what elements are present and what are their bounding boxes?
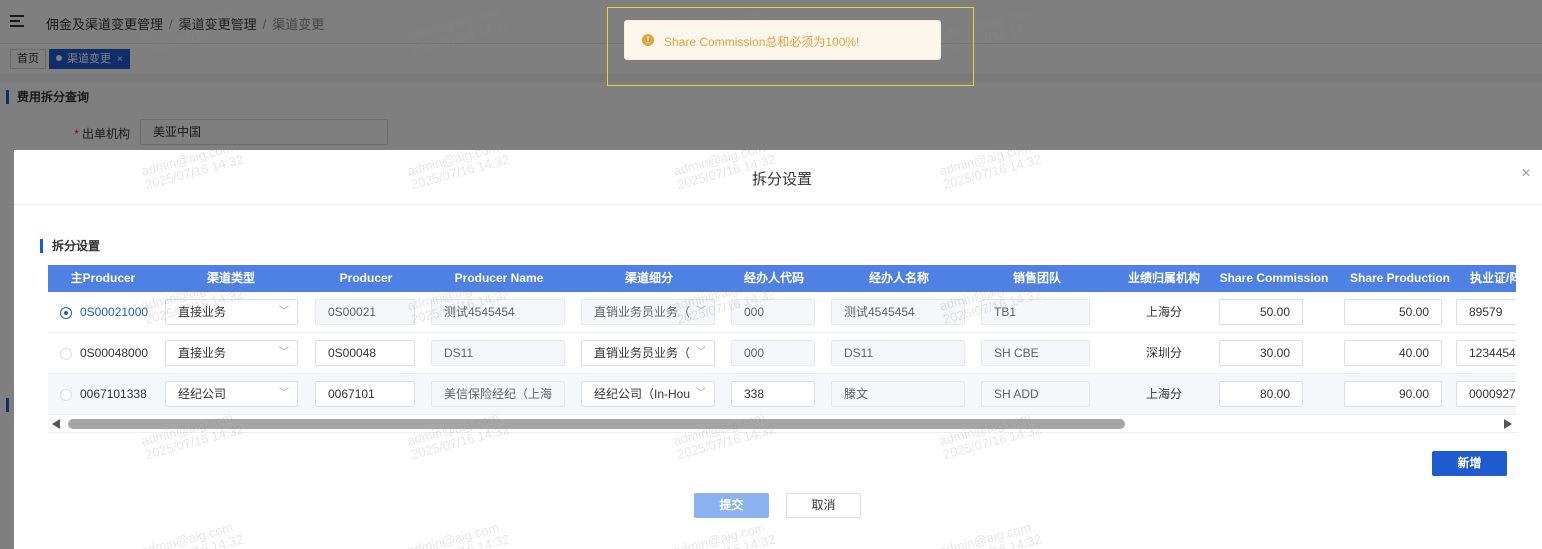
license-input[interactable]: 1234454 [1456, 340, 1516, 366]
modal-header: 拆分设置 × [14, 150, 1542, 205]
column-header: 经办人代码 [743, 271, 804, 285]
channel-type-select[interactable]: 直接业务 ﹀ [165, 299, 298, 325]
sales-team-field[interactable]: SH CBE [981, 340, 1090, 366]
column-header: Producer [339, 271, 393, 285]
split-settings-modal: 拆分设置 × 拆分设置 主Producer 渠道类型 Producer Prod… [14, 150, 1542, 549]
share-commission-input[interactable]: 80.00 [1219, 381, 1303, 407]
org-value: 深圳分 [1145, 346, 1182, 360]
scroll-left-arrow-icon[interactable] [52, 419, 60, 429]
chevron-down-icon: ﹀ [696, 306, 706, 317]
share-commission-input[interactable]: 30.00 [1219, 340, 1303, 366]
main-producer-code[interactable]: 0S00021000 [80, 292, 148, 333]
sales-team-field[interactable]: SH ADD [981, 381, 1090, 407]
chevron-down-icon: ﹀ [279, 347, 289, 358]
producer-field[interactable]: 0067101 [315, 381, 415, 407]
chevron-down-icon: ﹀ [696, 347, 706, 358]
channel-sub-select[interactable]: 直销业务员业务（ ﹀ [581, 299, 715, 325]
channel-type-select[interactable]: 直接业务 ﹀ [165, 340, 298, 366]
org-value: 上海分 [1145, 305, 1182, 319]
modal-title: 拆分设置 [751, 171, 812, 188]
producer-name-field[interactable]: 美信保险经纪（上海 [431, 381, 565, 407]
column-header: 执业证/阵 [1470, 271, 1516, 285]
producer-name-field[interactable]: 测试4545454 [431, 299, 565, 325]
main-producer-radio[interactable] [60, 348, 72, 360]
scroll-track[interactable] [68, 419, 1496, 429]
main-producer-code[interactable]: 0S00048000 [80, 333, 148, 374]
org-value: 上海分 [1145, 387, 1182, 401]
producer-field[interactable]: 0S00048 [315, 340, 415, 366]
warning-toast: ! Share Commission总和必须为100%! [624, 20, 941, 60]
column-header: Share Commission [1219, 271, 1329, 285]
toast-message: Share Commission总和必须为100%! [664, 35, 860, 49]
license-input[interactable]: 89579 [1456, 299, 1516, 325]
table-row: 0S00021000 直接业务 ﹀ 0S00021 测试4545454 直销业务员… [48, 292, 1516, 333]
handler-name-field[interactable]: DS11 [831, 340, 965, 366]
table-row: 0067101338 经纪公司 ﹀ 0067101 美信保险经纪（上海 经纪公司（… [48, 374, 1516, 415]
column-header: 主Producer [70, 271, 136, 285]
channel-type-select[interactable]: 经纪公司 ﹀ [165, 381, 298, 407]
table-row: 0S00048000 直接业务 ﹀ 0S00048 DS11 直销业务员业务（ ﹀ … [48, 333, 1516, 374]
channel-sub-select[interactable]: 直销业务员业务（ ﹀ [581, 340, 715, 366]
chevron-down-icon: ﹀ [279, 306, 289, 317]
scroll-right-arrow-icon[interactable] [1504, 419, 1512, 429]
share-production-input[interactable]: 50.00 [1344, 299, 1442, 325]
horizontal-scrollbar[interactable] [48, 415, 1516, 433]
chevron-down-icon: ﹀ [696, 388, 706, 399]
chevron-down-icon: ﹀ [279, 388, 289, 399]
share-production-input[interactable]: 90.00 [1344, 381, 1442, 407]
column-header: Share Production [1349, 271, 1450, 285]
producer-name-field[interactable]: DS11 [431, 340, 565, 366]
share-production-input[interactable]: 40.00 [1344, 340, 1442, 366]
handler-code-field[interactable]: 000 [731, 340, 815, 366]
column-header: 销售团队 [1012, 271, 1061, 285]
scroll-thumb[interactable] [68, 419, 1125, 429]
cancel-button[interactable]: 取消 [786, 493, 861, 518]
main-producer-radio[interactable] [60, 389, 72, 401]
split-table: 主Producer 渠道类型 Producer Producer Name 渠道… [48, 265, 1516, 435]
column-header: 渠道细分 [624, 271, 673, 285]
handler-code-field[interactable]: 000 [731, 299, 815, 325]
column-header: 业绩归属机构 [1127, 271, 1200, 285]
handler-code-field[interactable]: 338 [731, 381, 815, 407]
handler-name-field[interactable]: 测试4545454 [831, 299, 965, 325]
close-icon[interactable]: × [1518, 166, 1534, 182]
column-header: Producer Name [454, 271, 544, 285]
column-header: 渠道类型 [206, 271, 255, 285]
submit-button[interactable]: 提交 [694, 493, 769, 518]
add-row-button[interactable]: 新增 [1432, 451, 1507, 476]
producer-field[interactable]: 0S00021 [315, 299, 415, 325]
handler-name-field[interactable]: 滕文 [831, 381, 965, 407]
sales-team-field[interactable]: TB1 [981, 299, 1090, 325]
column-header: 经办人名称 [868, 271, 929, 285]
table-header: 主Producer 渠道类型 Producer Producer Name 渠道… [48, 265, 1516, 292]
warning-icon: ! [642, 34, 654, 46]
share-commission-input[interactable]: 50.00 [1219, 299, 1303, 325]
channel-sub-select[interactable]: 经纪公司（In-Hou ﹀ [581, 381, 715, 407]
main-producer-code[interactable]: 0067101338 [80, 374, 147, 415]
license-input[interactable]: 0000927 [1456, 381, 1516, 407]
split-section-title: 拆分设置 [40, 239, 100, 253]
main-producer-radio[interactable] [60, 307, 72, 319]
